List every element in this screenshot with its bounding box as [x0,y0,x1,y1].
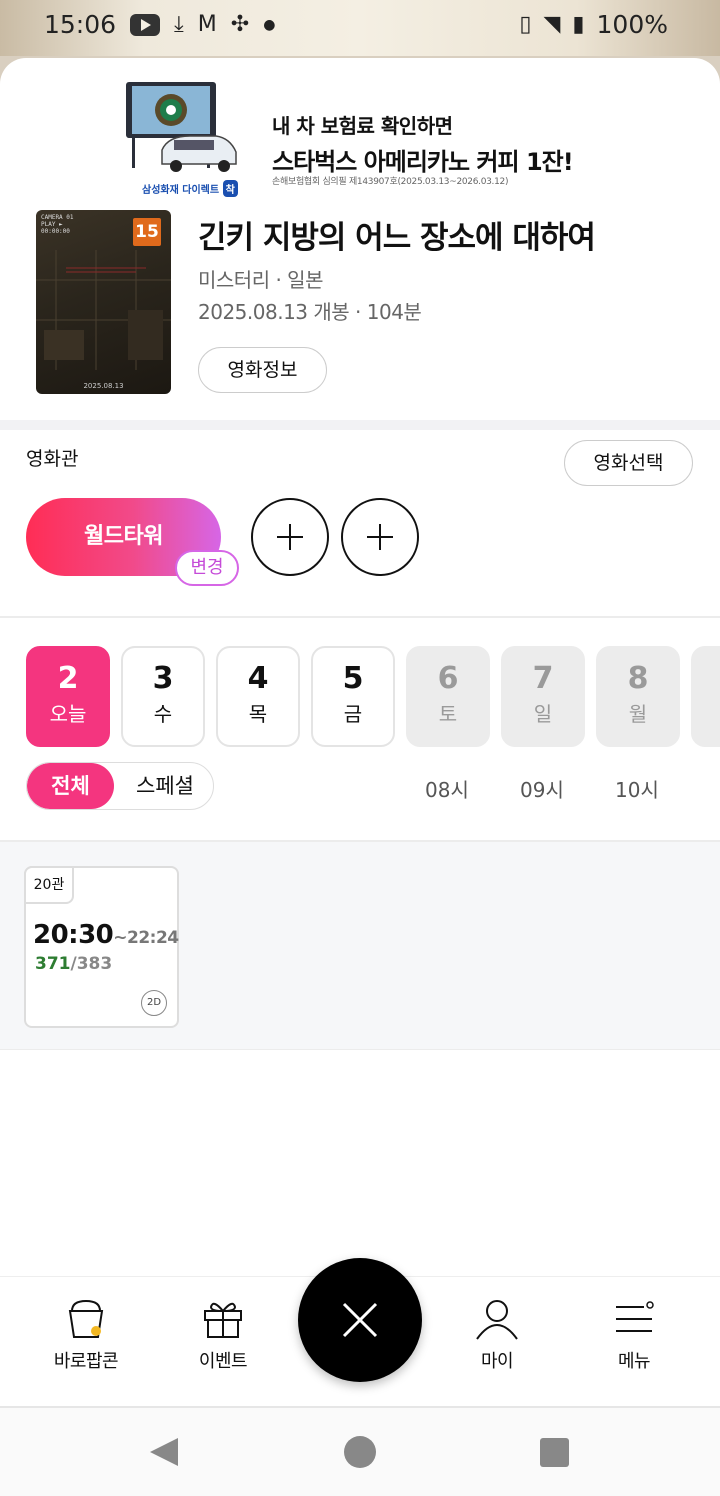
add-theater-button[interactable] [251,498,329,576]
hour-filter[interactable]: 09시 [520,774,564,803]
date-cell[interactable]: 2 오늘 [26,646,110,747]
poster-art [36,250,171,370]
nav-popcorn-label: 바로팝콘 [53,1351,119,1372]
date-cell[interactable]: 4목 [216,646,300,747]
date-number: 5 [342,661,364,696]
add-theater-button[interactable] [341,498,419,576]
hall-label: 20관 [24,866,74,904]
system-nav-bar [0,1406,720,1496]
section-divider [0,420,720,430]
nav-menu[interactable]: 메뉴 [584,1297,684,1373]
battery-icon: ▮ [572,11,585,37]
back-icon[interactable] [150,1438,178,1466]
movie-info-button[interactable]: 영화정보 [198,347,327,393]
ad-headline-1: 내 차 보험료 확인하면 [272,114,453,138]
end-time: ~22:24 [113,928,179,948]
booking-sheet: 삼성화재 다이렉트 착 내 차 보험료 확인하면 스타벅스 아메리카노 커피 1… [0,58,720,1406]
hour-filter[interactable]: 10시 [615,774,659,803]
seats-total: /383 [70,954,113,974]
date-number: 8 [627,661,649,696]
recents-icon[interactable] [540,1438,569,1467]
date-cell[interactable]: 5금 [311,646,395,747]
date-number: 3 [152,661,174,696]
hour-filter[interactable]: 08시 [425,774,469,803]
movie-title: 긴키 지방의 어느 장소에 대하여 [198,220,596,256]
theater-label: 영화관 [26,448,79,470]
dot-icon: ● [263,16,276,33]
vibrate-icon: ▯ [519,11,532,37]
nav-my-label: 마이 [480,1351,514,1372]
date-cell: 8월 [596,646,680,747]
date-cell[interactable]: 3수 [121,646,205,747]
showtime-card[interactable]: 20관 20:30~22:24 371/383 2D [24,866,179,1028]
movie-poster[interactable]: CAMERA 01 PLAY ► 00:00:00 15 2025.08.13 [36,210,171,394]
gmail-icon: M [197,11,217,37]
close-fab-button[interactable] [298,1258,422,1382]
battery-level: 100% [596,10,668,39]
nav-my[interactable]: 마이 [447,1297,547,1373]
showtime-list: 20관 20:30~22:24 371/383 2D [0,840,720,1050]
date-weekday: 월 [628,702,648,726]
nav-event[interactable]: 이벤트 [173,1297,273,1373]
section-divider [0,616,720,618]
start-time: 20:30 [33,920,114,950]
date-number: 2 [57,661,79,696]
age-rating-badge: 15 [133,218,161,246]
nav-event-label: 이벤트 [198,1351,248,1372]
date-number: 4 [247,661,269,696]
date-weekday: 목 [248,702,268,726]
popcorn-icon [68,1299,104,1338]
showtime-time: 20:30~22:24 [33,920,179,950]
filter-special-tab[interactable]: 스페셜 [115,763,213,809]
ad-headline-2: 스타벅스 아메리카노 커피 1잔! [272,148,574,176]
format-filter: 전체 스페셜 [26,762,214,810]
ad-banner[interactable]: 삼성화재 다이렉트 착 내 차 보험료 확인하면 스타벅스 아메리카노 커피 1… [124,76,624,206]
poster-camera-text: CAMERA 01 PLAY ► 00:00:00 [41,214,74,235]
date-weekday: 수 [153,702,173,726]
close-icon [342,1302,378,1338]
nav-menu-label: 메뉴 [617,1351,651,1372]
date-weekday: 일 [533,702,553,726]
menu-icon [616,1301,654,1332]
nav-popcorn[interactable]: 바로팝콘 [36,1297,136,1373]
gift-icon [204,1302,242,1338]
status-time: 15:06 [44,10,117,39]
download-icon: ⤓ [174,11,184,37]
youtube-icon [130,13,161,36]
select-movie-button[interactable]: 영화선택 [564,440,693,486]
date-number: 6 [437,661,459,696]
seat-availability: 371/383 [35,954,112,974]
user-icon [476,1300,518,1340]
status-bar: 15:06 ⤓ M ✣ ● ▯ ◥ ▮ 100% [0,0,720,56]
poster-date: 2025.08.13 [83,382,124,390]
date-weekday: 오늘 [49,702,87,726]
movie-release-runtime: 2025.08.13 개봉 · 104분 [198,300,422,324]
ad-brand: 삼성화재 다이렉트 착 [142,180,238,197]
date-weekday: 금 [343,702,363,726]
seats-available: 371 [35,954,71,974]
date-cell [691,646,720,747]
home-icon[interactable] [344,1436,376,1468]
ad-brand-badge: 착 [222,180,238,197]
date-weekday: 토 [438,702,458,726]
date-cell: 7일 [501,646,585,747]
date-cell: 6토 [406,646,490,747]
change-theater-button[interactable]: 변경 [175,550,239,586]
date-number: 7 [532,661,554,696]
ad-disclaimer: 손해보험협회 심의필 제143907호(2025.03.13~2026.03.1… [272,177,509,187]
pinwheel-icon: ✣ [230,11,250,37]
wifi-icon: ◥ [543,11,561,37]
format-badge: 2D [141,990,167,1016]
filter-all-tab[interactable]: 전체 [27,763,114,809]
ad-car-billboard-image [126,82,237,172]
movie-genre: 미스터리 · 일본 [198,268,323,292]
